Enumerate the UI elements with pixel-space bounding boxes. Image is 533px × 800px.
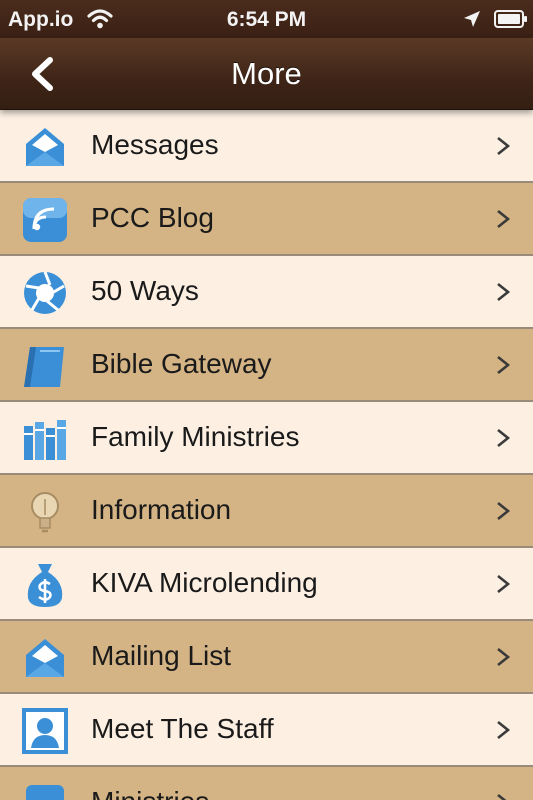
menu-item-label: Mailing List bbox=[91, 640, 232, 671]
menu-item-information[interactable]: Information bbox=[0, 475, 533, 548]
chevron-icon bbox=[497, 282, 511, 302]
menu-item-label: Family Ministries bbox=[91, 421, 300, 452]
menu-item-messages[interactable]: Messages bbox=[0, 110, 533, 183]
menu-item-label: 50 Ways bbox=[91, 275, 199, 306]
menu-item-label: Meet The Staff bbox=[91, 713, 274, 744]
menu-item-label: Information bbox=[91, 494, 232, 525]
menu-item-label: PCC Blog bbox=[91, 202, 214, 233]
chevron-icon bbox=[497, 574, 511, 594]
chevron-icon bbox=[497, 501, 511, 521]
menu-item-mailing-list[interactable]: Mailing List bbox=[0, 621, 533, 694]
aperture-icon bbox=[24, 271, 66, 314]
ministries-icon bbox=[26, 785, 64, 800]
menu-item-family-ministries[interactable]: Family Ministries bbox=[0, 402, 533, 475]
menu-item-label: Ministries bbox=[91, 786, 209, 800]
menu-item-label: Bible Gateway bbox=[91, 348, 272, 379]
page-title: More bbox=[231, 56, 302, 91]
status-bar: App.io 6:54 PM bbox=[0, 0, 533, 38]
menu-item-bible-gateway[interactable]: Bible Gateway bbox=[0, 329, 533, 402]
navigation-bar: More bbox=[0, 38, 533, 110]
chevron-icon bbox=[497, 793, 507, 800]
chevron-icon bbox=[497, 428, 511, 448]
envelope-icon bbox=[26, 128, 64, 166]
menu-item-kiva-microlending[interactable]: KIVA Microlending bbox=[0, 548, 533, 621]
location-arrow-icon bbox=[464, 11, 480, 27]
chevron-icon bbox=[497, 647, 511, 667]
chevron-icon bbox=[497, 136, 511, 156]
envelope-icon bbox=[26, 639, 64, 677]
chevron-icon bbox=[497, 209, 511, 229]
menu-item-50-ways[interactable]: 50 Ways bbox=[0, 256, 533, 329]
menu-item-label: Messages bbox=[91, 129, 219, 160]
chevron-icon bbox=[497, 720, 511, 740]
menu-item-meet-the-staff[interactable]: Meet The Staff bbox=[0, 694, 533, 767]
chevron-icon bbox=[497, 355, 511, 375]
lightbulb-icon bbox=[31, 492, 59, 533]
clock: 6:54 PM bbox=[226, 8, 307, 31]
battery-icon bbox=[494, 10, 527, 28]
menu-item-pcc-blog[interactable]: PCC Blog bbox=[0, 183, 533, 256]
menu-item-label: KIVA Microlending bbox=[91, 567, 318, 598]
person-icon bbox=[22, 708, 68, 754]
book-icon bbox=[24, 347, 64, 387]
blog-rss-icon bbox=[23, 198, 67, 242]
menu-list: Messages PCC Blog 50 Ways Bible Gateway … bbox=[0, 110, 533, 800]
books-icon bbox=[24, 420, 66, 460]
money-bag-icon bbox=[27, 564, 63, 607]
menu-item-ministries[interactable]: Ministries bbox=[0, 767, 533, 800]
